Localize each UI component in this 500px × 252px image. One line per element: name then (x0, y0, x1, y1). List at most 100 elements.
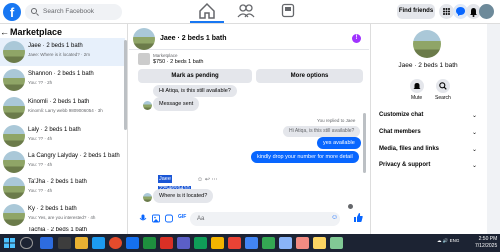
message-actions[interactable]: ☺ ↩ ⋯ (197, 176, 218, 183)
conversation-preview: You: Yes, are you interested? · 4h (28, 215, 96, 220)
message-incoming: Where is it located? (153, 189, 214, 203)
avatar (3, 41, 25, 63)
avatar[interactable] (413, 30, 441, 58)
avatar (3, 151, 25, 173)
react-icon[interactable]: ☺ (197, 177, 203, 183)
avatar (143, 101, 152, 110)
customize-chat-row[interactable]: Customize chat (379, 112, 423, 118)
conversation-name: Kinomli · 2 beds 1 bath (28, 99, 90, 105)
sidebar-title: Marketplace (10, 27, 63, 37)
app-icon[interactable] (313, 237, 326, 249)
app-icon[interactable] (143, 237, 156, 249)
sticker-icon[interactable] (165, 214, 173, 223)
friends-icon[interactable] (237, 3, 255, 19)
app-icon[interactable] (279, 237, 292, 249)
chrome-icon[interactable] (109, 237, 122, 249)
conversation-name: Jaee · 2 beds 1 bath (28, 43, 83, 49)
message-input[interactable]: Aa (190, 212, 340, 226)
app-icon[interactable] (58, 237, 71, 249)
microphone-icon[interactable] (139, 214, 147, 223)
edge-icon[interactable] (92, 237, 105, 249)
chat-title[interactable]: Jaee · 2 beds 1 bath (160, 35, 227, 42)
conversation-name: Ta'Jha · 2 beds 1 bath (28, 179, 87, 185)
emoji-icon[interactable]: ☺ (331, 214, 338, 221)
app-icon[interactable] (330, 237, 343, 249)
gif-icon[interactable]: GIF (178, 214, 186, 220)
conversation-item[interactable]: Ky · 2 beds 1 bath You: Yes, are you int… (0, 201, 125, 229)
conversation-item[interactable]: Ta'Jha · 2 beds 1 bath You: ?? · 4h (0, 174, 125, 202)
chevron-down-icon[interactable]: ⌄ (472, 129, 477, 136)
chat-scrollbar[interactable] (363, 113, 366, 173)
app-icon[interactable] (160, 237, 173, 249)
conversation-name: Shannon · 2 beds 1 bath (28, 71, 94, 77)
listing-price: $750 · 2 beds 1 bath (153, 59, 204, 65)
app-icon[interactable] (262, 237, 275, 249)
message-incoming: Hi Atiqa, is this still available? (153, 85, 237, 97)
search-input[interactable]: Search Facebook (25, 4, 122, 20)
chevron-down-icon[interactable]: ⌄ (472, 162, 477, 169)
menu-grid-icon[interactable] (439, 4, 454, 19)
conversation-item[interactable]: Laly · 2 beds 1 bath You: ?? · 4h (0, 122, 125, 150)
conversation-preview: You: ?? · 4h (28, 162, 53, 167)
home-tab-indicator (190, 21, 224, 23)
conversation-name: Tachia · 2 beds 1 bath (28, 227, 88, 233)
mark-as-pending-button[interactable]: Mark as pending (138, 69, 252, 83)
more-options-button[interactable]: More options (256, 69, 363, 83)
app-icon[interactable] (228, 237, 241, 249)
more-icon[interactable]: ⋯ (212, 177, 218, 183)
avatar (143, 193, 152, 202)
app-icon[interactable] (194, 237, 207, 249)
clock[interactable]: 2:50 PM 7/12/2025 (475, 236, 497, 249)
facebook-logo[interactable]: f (3, 3, 21, 21)
app-icon[interactable] (211, 237, 224, 249)
file-explorer-icon[interactable] (75, 237, 88, 249)
chevron-down-icon[interactable]: ⌄ (472, 112, 477, 119)
privacy-support-row[interactable]: Privacy & support (379, 162, 430, 168)
app-icon[interactable] (245, 237, 258, 249)
time: 2:50 PM (478, 236, 498, 242)
gaming-icon[interactable] (281, 3, 295, 18)
app-icon[interactable] (177, 237, 190, 249)
find-friends-button[interactable]: Find friends (397, 4, 435, 19)
windows-start-icon[interactable] (3, 237, 16, 249)
like-icon[interactable] (353, 212, 363, 223)
conversation-name: La Cangry Lalyday · 2 beds 1 bath (28, 153, 120, 159)
date: 7/12/2025 (475, 242, 498, 249)
app-icon[interactable] (296, 237, 309, 249)
conversation-item[interactable]: Tachia · 2 beds 1 bath (0, 227, 125, 234)
sidebar-scrollbar[interactable] (124, 40, 127, 130)
conversation-item[interactable]: La Cangry Lalyday · 2 beds 1 bath You: ?… (0, 148, 125, 176)
conversation-item[interactable]: Shannon · 2 beds 1 bath You: ?? · 2h (0, 66, 125, 94)
avatar (3, 204, 25, 226)
listing-thumbnail[interactable] (138, 53, 150, 65)
task-view-icon[interactable] (40, 237, 53, 249)
message-outgoing: kindly drop your number for more detail (251, 151, 359, 163)
home-icon[interactable] (196, 2, 218, 20)
mute-label: Mute (411, 95, 423, 101)
system-tray[interactable]: ☁ 🔊 ENG (437, 238, 459, 244)
search-icon (31, 8, 37, 14)
conversation-preview: You: ?? · 4h (28, 136, 53, 141)
conversation-preview: Kinomli: Larry webb 9809006054 · 3h (28, 108, 103, 113)
media-files-links-row[interactable]: Media, files and links (379, 146, 439, 152)
conversation-name: Ky · 2 beds 1 bath (28, 206, 77, 212)
message-outgoing: yes available (317, 137, 361, 149)
avatar (3, 125, 25, 147)
reply-icon[interactable]: ↩ (205, 177, 210, 183)
search-icon[interactable] (436, 79, 450, 93)
profile-avatar[interactable] (479, 4, 494, 19)
chevron-down-icon[interactable]: ⌄ (472, 146, 477, 153)
app-icon[interactable] (126, 237, 139, 249)
page-scrollbar[interactable] (487, 24, 500, 234)
info-icon[interactable]: ! (352, 34, 361, 43)
details-name: Jaee · 2 beds 1 bath (398, 62, 458, 69)
conversation-item[interactable]: Kinomli · 2 beds 1 bath Kinomli: Larry w… (0, 94, 125, 122)
conversation-preview: You: ?? · 2h (28, 80, 53, 85)
bell-icon[interactable] (410, 79, 424, 93)
chat-members-row[interactable]: Chat members (379, 129, 421, 135)
image-icon[interactable] (152, 214, 160, 223)
back-arrow-icon[interactable]: ← (0, 27, 9, 37)
taskbar-search-icon[interactable] (20, 237, 33, 249)
avatar[interactable] (133, 28, 155, 50)
conversation-item[interactable]: Jaee · 2 beds 1 bath Jaee: Where is it l… (0, 38, 125, 66)
